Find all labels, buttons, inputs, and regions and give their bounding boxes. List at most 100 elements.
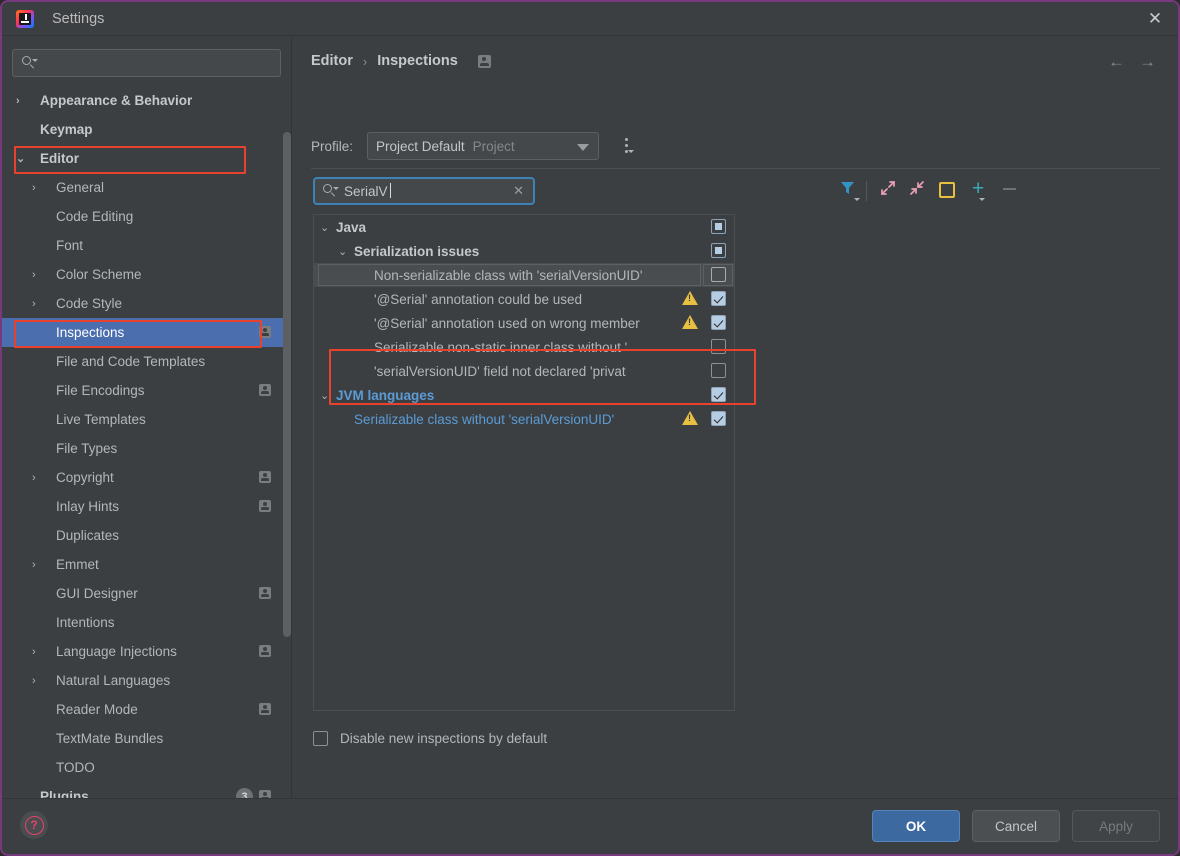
inspection-checkbox[interactable] (711, 219, 726, 234)
sidebar-item-natural-languages[interactable]: › Natural Languages (2, 666, 291, 695)
sidebar-item-plugins[interactable]: Plugins 3 (2, 782, 291, 798)
chevron-right-icon[interactable]: › (32, 182, 48, 194)
inspection-label: Serializable class without 'serialVersio… (354, 411, 615, 427)
sidebar-item-color-scheme[interactable]: › Color Scheme (2, 260, 291, 289)
sidebar-item-label: Plugins (40, 789, 89, 798)
inspection-checkbox[interactable] (711, 243, 726, 258)
chevron-down-icon[interactable]: ⌄ (320, 221, 336, 234)
chevron-right-icon[interactable]: › (32, 472, 48, 484)
profile-value: Project Default (376, 138, 465, 154)
inspection-checkbox[interactable] (711, 387, 726, 402)
inspection-checkbox[interactable] (711, 267, 726, 282)
sidebar-item-label: Live Templates (56, 412, 146, 427)
project-scope-icon (259, 703, 271, 715)
close-icon[interactable]: ✕ (1132, 2, 1178, 35)
sidebar-item-label: TODO (56, 760, 95, 775)
search-input[interactable] (43, 54, 280, 72)
sidebar-item-inspections[interactable]: Inspections (2, 318, 291, 347)
inspection-checkbox[interactable] (711, 315, 726, 330)
sidebar-item-code-style[interactable]: › Code Style (2, 289, 291, 318)
cancel-button[interactable]: Cancel (972, 810, 1060, 842)
navigation-arrows: ← → (1108, 52, 1156, 72)
inspection-tree-row[interactable]: Non-serializable class with 'serialVersi… (314, 263, 734, 287)
inspection-tree-row[interactable]: Serializable non-static inner class with… (314, 335, 734, 359)
warning-severity-icon[interactable] (682, 291, 698, 305)
sidebar-item-keymap[interactable]: Keymap (2, 115, 291, 144)
title-bar: Settings ✕ (2, 2, 1178, 36)
collapse-all-icon[interactable] (908, 179, 926, 197)
project-scope-icon (259, 500, 271, 512)
sidebar-item-code-editing[interactable]: Code Editing (2, 202, 291, 231)
sidebar-search-field[interactable] (12, 49, 281, 77)
arrow-right-icon[interactable]: → (1139, 52, 1156, 72)
expand-all-icon[interactable] (879, 179, 897, 197)
inspection-tree-row[interactable]: ⌄ Java (314, 215, 734, 239)
add-icon[interactable]: + (972, 178, 984, 199)
sidebar-item-gui-designer[interactable]: GUI Designer (2, 579, 291, 608)
sidebar-item-label: Font (56, 238, 84, 253)
chevron-right-icon[interactable]: › (32, 269, 48, 281)
breadcrumb-parent[interactable]: Editor (311, 53, 353, 69)
inspection-checkbox[interactable] (711, 411, 726, 426)
disable-new-inspections-row[interactable]: Disable new inspections by default (313, 731, 547, 746)
sidebar-item-label: General (56, 180, 105, 195)
sidebar-item-label: TextMate Bundles (56, 731, 164, 746)
sidebar-item-copyright[interactable]: › Copyright (2, 463, 291, 492)
inspection-tree-row[interactable]: 'serialVersionUID' field not declared 'p… (314, 359, 734, 383)
inspection-tree-row[interactable]: ⌄ JVM languages (314, 383, 734, 407)
inspection-checkbox[interactable] (711, 363, 726, 378)
sidebar-item-duplicates[interactable]: Duplicates (2, 521, 291, 550)
sidebar-item-file-types[interactable]: File Types (2, 434, 291, 463)
inspection-tree-row[interactable]: '@Serial' annotation could be used (314, 287, 734, 311)
chevron-down-icon[interactable]: ⌄ (16, 152, 32, 165)
sidebar-item-appearance-behavior[interactable]: › Appearance & Behavior (2, 86, 291, 115)
chevron-right-icon[interactable]: › (32, 559, 48, 571)
sidebar-item-inlay-hints[interactable]: Inlay Hints (2, 492, 291, 521)
chevron-right-icon[interactable]: › (32, 675, 48, 687)
ok-button[interactable]: OK (872, 810, 960, 842)
filter-icon[interactable] (839, 179, 856, 196)
warning-severity-icon[interactable] (682, 315, 698, 329)
reset-to-defaults-icon[interactable] (939, 182, 955, 198)
sidebar-scrollbar[interactable] (283, 132, 291, 637)
sidebar-item-editor[interactable]: ⌄ Editor (2, 144, 291, 173)
clear-icon[interactable]: ✕ (513, 183, 524, 199)
help-question-icon[interactable]: ? (20, 811, 48, 839)
chevron-down-icon[interactable]: ⌄ (320, 389, 336, 402)
sidebar-item-file-and-code-templates[interactable]: File and Code Templates (2, 347, 291, 376)
sidebar-item-textmate-bundles[interactable]: TextMate Bundles (2, 724, 291, 753)
disable-new-inspections-checkbox[interactable] (313, 731, 328, 746)
sidebar-item-file-encodings[interactable]: File Encodings (2, 376, 291, 405)
sidebar-item-live-templates[interactable]: Live Templates (2, 405, 291, 434)
chevron-right-icon[interactable]: › (32, 298, 48, 310)
sidebar-item-general[interactable]: › General (2, 173, 291, 202)
toolbar-divider (866, 181, 867, 201)
inspection-search-field[interactable]: SerialV ✕ (313, 177, 535, 205)
sidebar-item-label: Intentions (56, 615, 115, 630)
chevron-right-icon[interactable]: › (32, 646, 48, 658)
sidebar-item-emmet[interactable]: › Emmet (2, 550, 291, 579)
sidebar-item-label: Reader Mode (56, 702, 138, 717)
sidebar-item-label: Inlay Hints (56, 499, 120, 514)
sidebar-item-label: File and Code Templates (56, 354, 206, 369)
sidebar-item-language-injections[interactable]: › Language Injections (2, 637, 291, 666)
sidebar-item-reader-mode[interactable]: Reader Mode (2, 695, 291, 724)
arrow-left-icon[interactable]: ← (1108, 52, 1125, 72)
inspection-checkbox[interactable] (711, 339, 726, 354)
chevron-down-icon[interactable]: ⌄ (338, 245, 354, 258)
sidebar-item-font[interactable]: Font (2, 231, 291, 260)
remove-icon[interactable] (1003, 188, 1016, 190)
sidebar-item-label: File Types (56, 441, 118, 456)
inspection-label: Java (336, 219, 367, 235)
sidebar-item-todo[interactable]: TODO (2, 753, 291, 782)
profile-row: Profile: Project Default Project (311, 132, 635, 160)
inspection-tree-row[interactable]: Serializable class without 'serialVersio… (314, 407, 734, 431)
sidebar-item-intentions[interactable]: Intentions (2, 608, 291, 637)
inspection-checkbox[interactable] (711, 291, 726, 306)
inspection-tree-row[interactable]: ⌄ Serialization issues (314, 239, 734, 263)
inspection-tree-row[interactable]: '@Serial' annotation used on wrong membe… (314, 311, 734, 335)
profile-dropdown[interactable]: Project Default Project (367, 132, 600, 160)
kebab-menu-icon[interactable] (621, 136, 635, 156)
chevron-right-icon[interactable]: › (16, 95, 32, 107)
warning-severity-icon[interactable] (682, 411, 698, 425)
